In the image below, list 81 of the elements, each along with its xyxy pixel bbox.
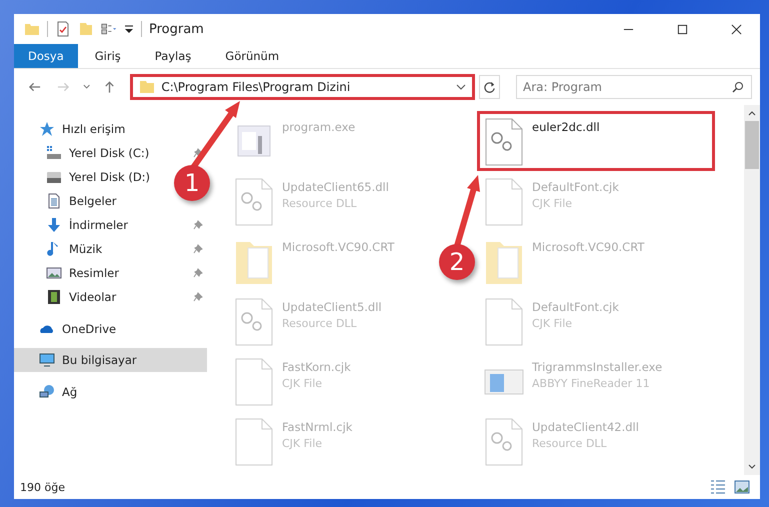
maximize-icon[interactable] [677,24,688,34]
blank-file-icon [484,298,524,346]
file-name: Microsoft.VC90.CRT [532,240,644,254]
file-type: Resource DLL [282,317,358,330]
sidebar-item[interactable]: Belgeler [14,189,175,213]
file-name: UpdateClient65.dll [282,180,389,194]
drive-icon [46,169,62,185]
file-name: UpdateClient5.dll [282,300,382,314]
document-icon [46,193,62,209]
file-type: Resource DLL [282,197,358,210]
network-icon [39,384,55,400]
search-icon[interactable] [732,81,744,93]
star-icon [39,121,55,137]
file-name: DefaultFont.cjk [532,300,619,314]
file-type: CJK File [532,197,574,210]
scroll-down-icon[interactable] [748,463,756,471]
back-arrow-icon[interactable] [28,80,42,94]
file-type: CJK File [532,317,574,330]
sidebar-item[interactable]: Bu bilgisayar [14,348,207,372]
drive-icon [46,145,62,161]
sidebar-item[interactable]: Hızlı erişim [14,117,207,141]
refresh-button[interactable] [479,75,500,99]
sidebar-item[interactable]: Videolar [14,285,207,309]
down-arrow-icon [46,217,62,233]
ribbon-tab[interactable]: Dosya [14,44,78,68]
sidebar-item[interactable]: Yerel Disk (D:) [14,165,175,189]
ribbon-tab[interactable]: Giriş [78,44,138,68]
sidebar-item[interactable]: Müzik [14,237,207,261]
blank-file-icon [234,358,274,406]
film-icon [46,289,62,305]
search-field[interactable]: Ara: Program [516,75,752,99]
sidebar-item[interactable]: Ağ [14,380,207,404]
file-name: UpdateClient42.dll [532,420,639,434]
scroll-up-icon[interactable] [748,109,756,117]
file-name: FastNrml.cjk [282,420,352,434]
file-name: FastKorn.cjk [282,360,351,374]
pin-icon[interactable] [193,220,203,230]
file-name: TrigrammsInstaller.exe [532,360,662,374]
sidebar-item[interactable]: İndirmeler [14,213,207,237]
gear-file-icon [234,298,274,346]
blank-file-icon [484,178,524,226]
customize-dropdown-icon[interactable] [124,24,134,34]
file-type: ABBYY FineReader 11 [532,377,651,390]
pin-icon[interactable] [193,244,203,254]
pin-icon[interactable] [193,148,203,158]
pin-icon[interactable] [193,292,203,302]
details-view-icon[interactable] [710,479,726,495]
sidebar-item[interactable]: OneDrive [14,317,207,341]
gear-file-icon [234,178,274,226]
blank-file-icon [234,418,274,466]
monitor-icon [39,352,55,368]
file-type: CJK File [282,437,324,450]
properties-icon[interactable] [55,21,71,37]
up-arrow-icon[interactable] [103,80,116,94]
address-bar[interactable]: C:\Program Files\Program Dizini [130,74,476,100]
pin-icon[interactable] [193,268,203,278]
file-type: CJK File [282,377,324,390]
sidebar-item[interactable]: Resimler [14,261,207,285]
picture-icon [46,265,62,281]
scrollbar[interactable] [744,105,760,475]
file-type: Resource DLL [532,437,608,450]
item-count: 190 öğe [20,480,65,494]
file-name: Microsoft.VC90.CRT [282,240,394,254]
file-name: DefaultFont.cjk [532,180,619,194]
gear-file-icon [484,118,524,166]
folder-icon [139,79,156,95]
file-item[interactable]: euler2dc.dll [477,111,715,171]
file-name: euler2dc.dll [532,120,600,134]
window-title: Program [149,22,204,36]
refresh-icon[interactable] [483,80,496,94]
ribbon-tab[interactable]: Görünüm [208,44,296,68]
dropdown-caret-icon[interactable] [456,82,466,92]
arrow [454,175,480,247]
ribbon-tab[interactable]: Paylaş [138,44,208,68]
file-name: program.exe [282,120,356,134]
view-dropdown-icon[interactable] [101,21,117,37]
picture-icon[interactable] [734,479,750,495]
gear-file-icon [484,418,524,466]
scroll-thumb[interactable] [745,121,759,169]
sidebar-item[interactable]: Yerel Disk (C:) [14,141,207,165]
close-icon[interactable] [731,24,742,34]
